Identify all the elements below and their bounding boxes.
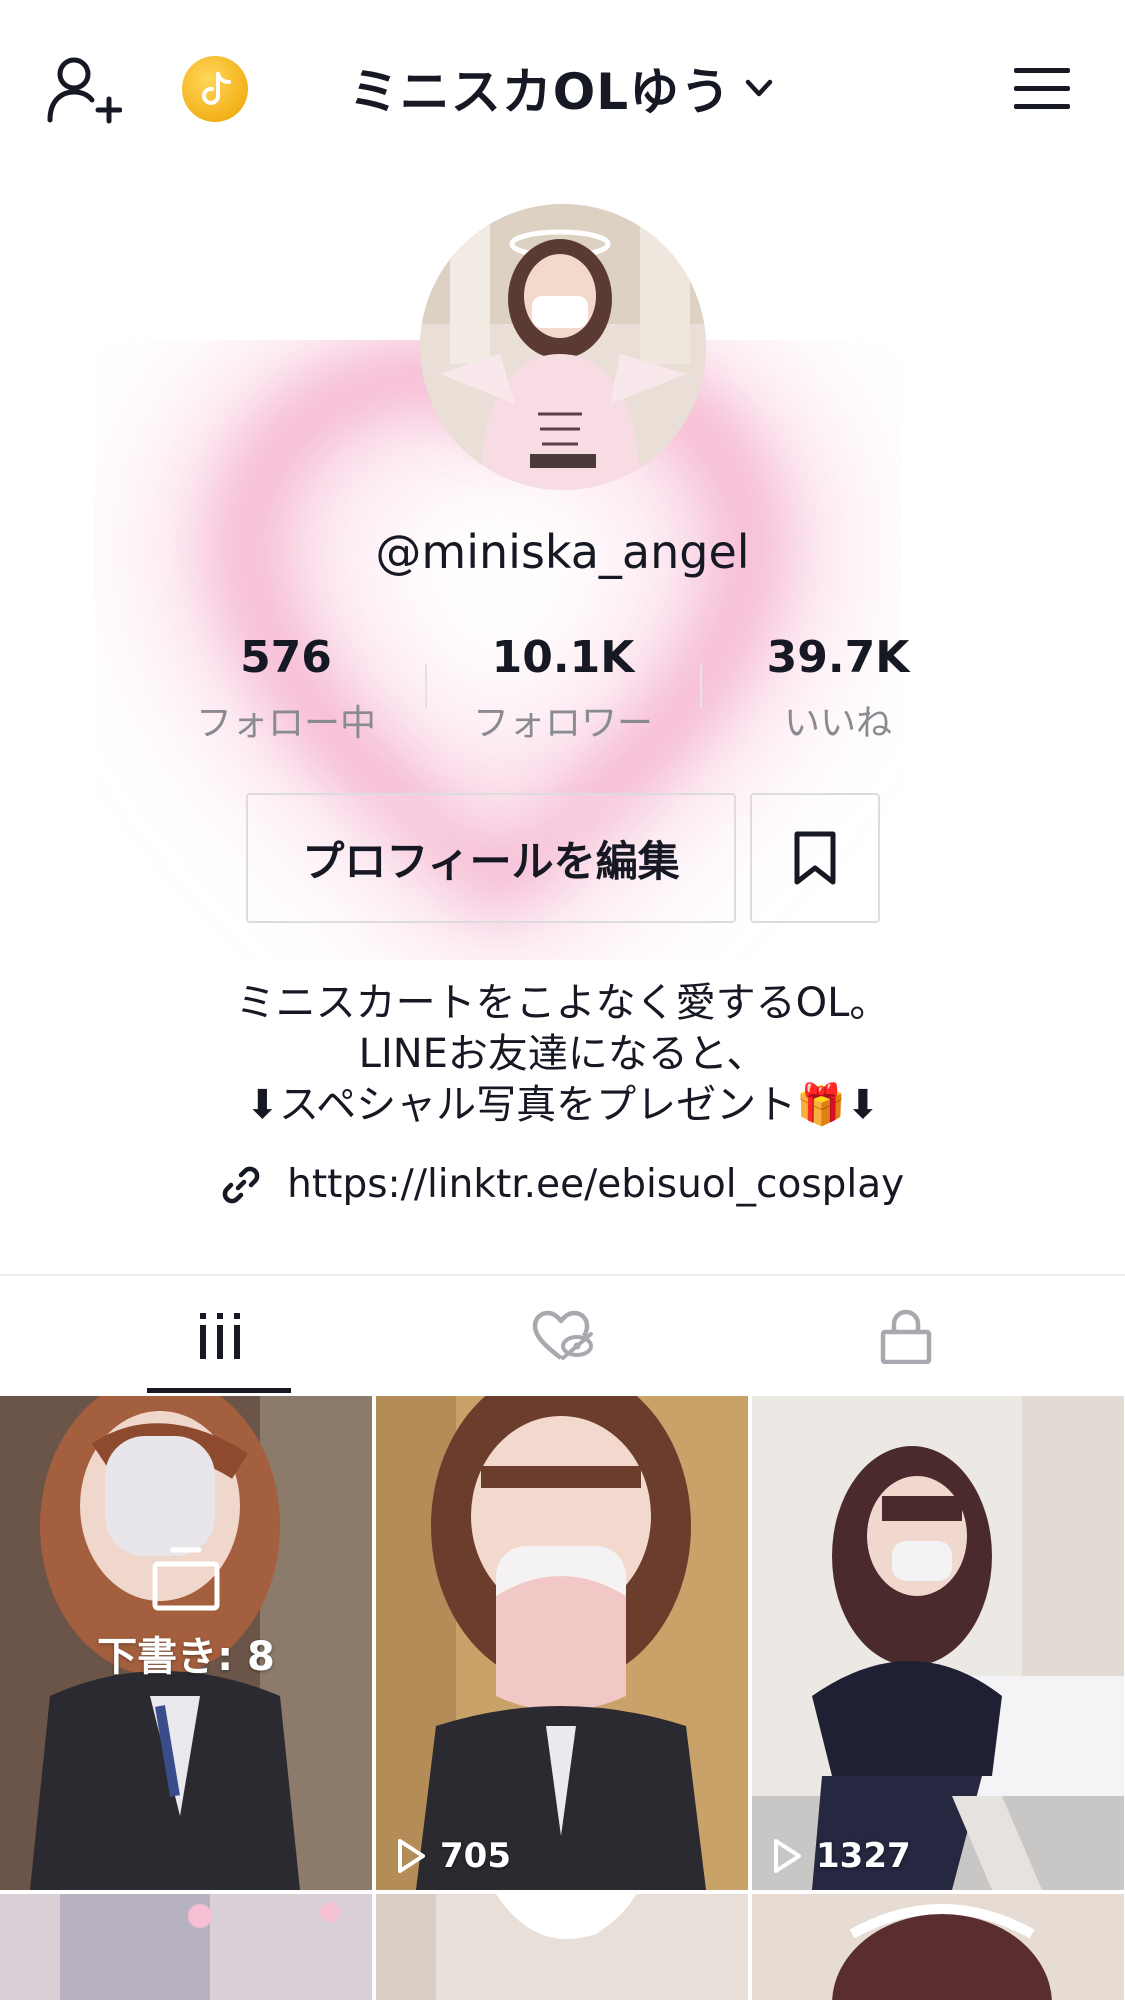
drafts-icon xyxy=(152,1547,220,1611)
video-thumbnail xyxy=(752,1894,1124,2000)
link-icon xyxy=(222,1166,260,1203)
video-tile[interactable] xyxy=(0,1894,372,2000)
view-count: 705 xyxy=(396,1836,511,1876)
view-count: 1327 xyxy=(772,1836,911,1876)
video-thumbnail xyxy=(752,1396,1124,1890)
video-thumbnail xyxy=(376,1396,748,1890)
followers-count: 10.1K xyxy=(491,632,635,683)
draft-count: 下書き: 8 xyxy=(97,1634,275,1680)
bookmark-button[interactable] xyxy=(750,793,880,923)
videos-grid-icon xyxy=(199,1313,240,1359)
active-tab-indicator xyxy=(147,1388,291,1393)
bio-line: LINEお友達になると、 xyxy=(358,1031,767,1077)
view-count-text: 1327 xyxy=(816,1836,911,1876)
following-count: 576 xyxy=(240,632,332,683)
draft-tile[interactable]: 下書き: 8 xyxy=(0,1396,372,1890)
following-label: フォロー中 xyxy=(195,703,376,744)
bio-line: ミニスカートをこよなく愛するOL。 xyxy=(235,980,890,1026)
stat-divider xyxy=(425,664,427,708)
lock-icon xyxy=(880,1309,931,1364)
video-thumbnail xyxy=(0,1894,372,2000)
followers-label: フォロワー xyxy=(472,703,653,744)
bookmark-icon xyxy=(794,831,836,885)
video-tile[interactable]: 1327 xyxy=(752,1396,1124,1890)
tabs-divider xyxy=(0,1274,1125,1276)
followers-stat[interactable]: 10.1K フォロワー xyxy=(448,632,678,746)
menu-icon[interactable] xyxy=(1012,66,1072,112)
avatar[interactable] xyxy=(420,204,706,490)
stat-divider xyxy=(700,664,702,708)
bio-link-text: https://linktr.ee/ebisuol_cosplay xyxy=(287,1162,905,1207)
profile-header: ミニスカOLゆう xyxy=(0,0,1125,180)
account-switcher[interactable]: ミニスカOLゆう xyxy=(0,52,1125,122)
edit-profile-button[interactable]: プロフィールを編集 xyxy=(246,793,736,923)
tab-liked[interactable] xyxy=(375,1278,750,1394)
play-icon xyxy=(774,1839,801,1873)
bio-link[interactable]: https://linktr.ee/ebisuol_cosplay xyxy=(0,1160,1125,1216)
tab-private[interactable] xyxy=(718,1278,1093,1394)
likes-label: いいね xyxy=(783,703,892,744)
video-tile[interactable] xyxy=(752,1894,1124,2000)
likes-stat[interactable]: 39.7K いいね xyxy=(723,632,953,746)
video-tile[interactable] xyxy=(376,1894,748,2000)
tab-videos[interactable] xyxy=(32,1278,407,1394)
view-count-text: 705 xyxy=(440,1836,511,1876)
bio: ミニスカートをこよなく愛するOL。 LINEお友達になると、 ⬇スペシャル写真を… xyxy=(0,978,1125,1131)
bio-line: ⬇スペシャル写真をプレゼント🎁⬇ xyxy=(245,1082,880,1128)
following-stat[interactable]: 576 フォロー中 xyxy=(171,632,401,746)
likes-count: 39.7K xyxy=(766,632,910,683)
play-icon xyxy=(398,1839,425,1873)
display-name: ミニスカOLゆう xyxy=(348,63,732,121)
video-thumbnail xyxy=(376,1894,748,2000)
username: @miniska_angel xyxy=(375,525,750,579)
video-tile[interactable]: 705 xyxy=(376,1396,748,1890)
draft-overlay: 下書き: 8 xyxy=(0,1546,372,1682)
liked-hidden-icon xyxy=(532,1310,593,1360)
avatar-image xyxy=(420,204,706,490)
chevron-down-icon xyxy=(745,79,773,97)
